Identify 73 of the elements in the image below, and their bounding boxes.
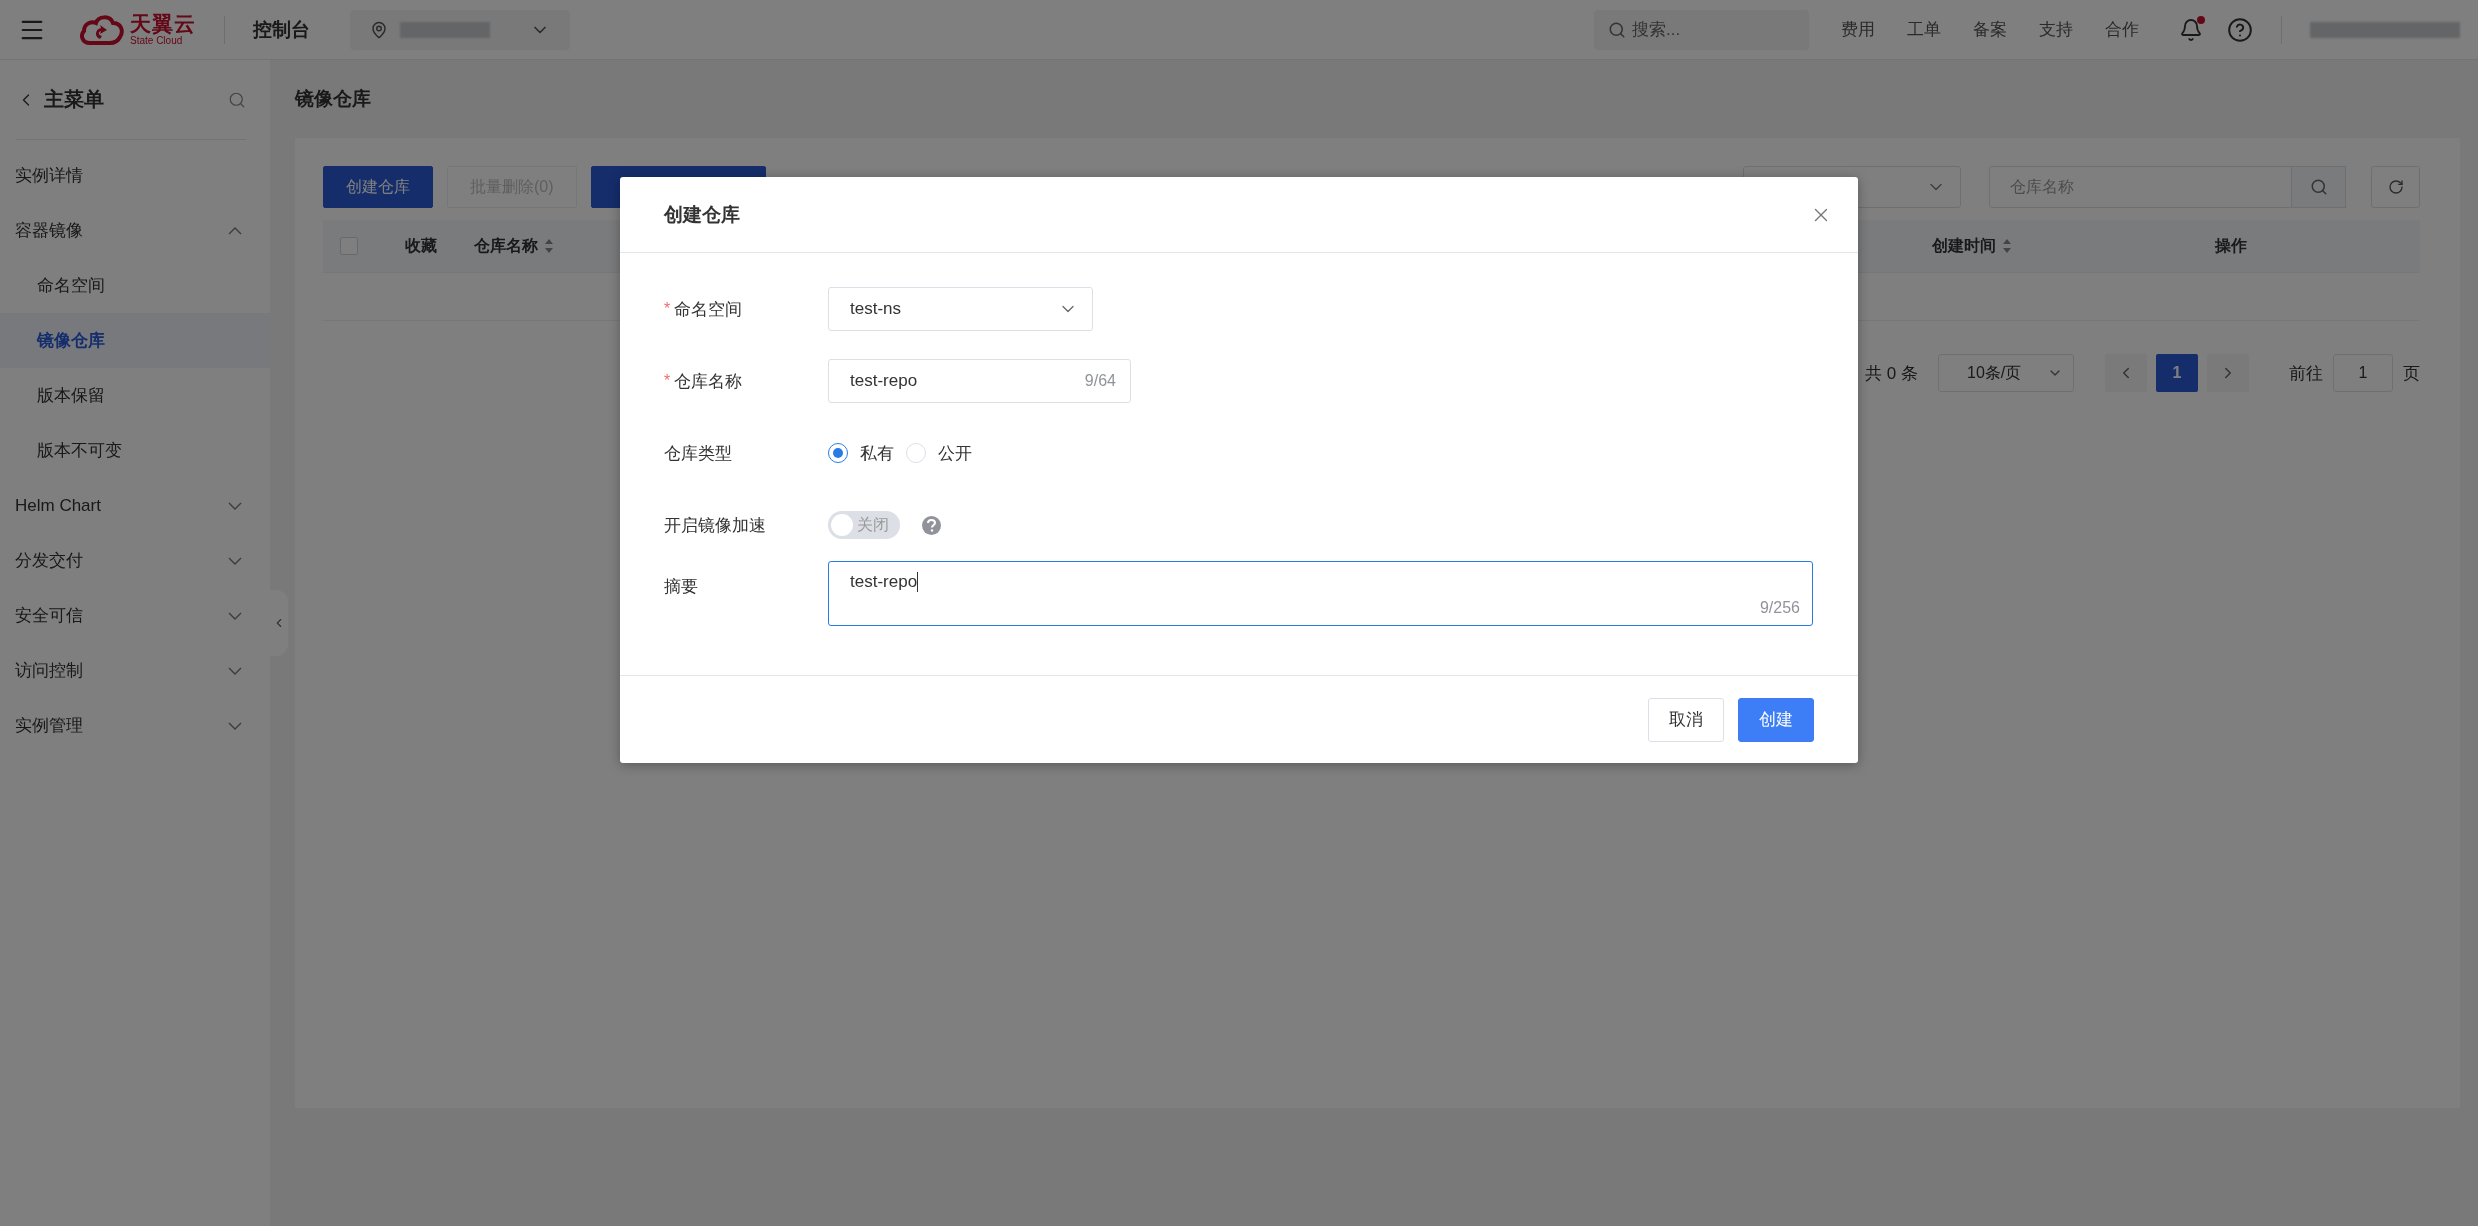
sidebar-item[interactable]: 分发交付: [0, 533, 270, 588]
search-icon[interactable]: [228, 90, 246, 109]
select-all-checkbox[interactable]: [340, 237, 358, 255]
toolbar-button[interactable]: 创建仓库: [323, 166, 433, 208]
field-label: 仓库类型: [664, 442, 732, 465]
logo-subtitle: State Cloud: [130, 36, 184, 46]
nav-link[interactable]: 支持: [2039, 18, 2073, 41]
sort-icon[interactable]: [544, 238, 554, 254]
summary-textarea[interactable]: test-repo 9/256: [828, 561, 1813, 626]
sort-icon[interactable]: [2002, 238, 2012, 254]
search-field[interactable]: 搜索...: [1594, 9, 1809, 50]
radio-label[interactable]: 私有: [860, 441, 894, 465]
sidebar-subitem[interactable]: 镜像仓库: [0, 313, 270, 368]
sidebar-item[interactable]: 安全可信: [0, 588, 270, 643]
nav-link[interactable]: 费用: [1841, 18, 1875, 41]
help-icon[interactable]: [2227, 16, 2253, 43]
char-counter: 9/256: [1759, 599, 1800, 617]
page-title: 镜像仓库: [295, 87, 372, 111]
goto-page-field[interactable]: 1: [2333, 354, 2393, 392]
refresh-button[interactable]: [2371, 166, 2420, 208]
sidebar-item[interactable]: 容器镜像: [0, 203, 270, 258]
field-label: 开启镜像加速: [664, 514, 766, 537]
dialog-title: 创建仓库: [664, 202, 740, 227]
sidebar-subitem[interactable]: 版本保留: [0, 368, 270, 423]
required-mark: *: [664, 372, 671, 390]
char-counter: 9/64: [1084, 372, 1116, 390]
page-number[interactable]: 1: [2156, 354, 2198, 392]
column-header: 创建时间: [1932, 235, 1996, 256]
help-icon[interactable]: [922, 515, 941, 535]
required-mark: *: [664, 300, 671, 318]
sidebar-subitem[interactable]: 命名空间: [0, 258, 270, 313]
dialog-button[interactable]: 创建: [1738, 697, 1814, 742]
radio-label[interactable]: 公开: [938, 441, 972, 465]
column-header: 仓库名称: [474, 235, 538, 256]
region-select[interactable]: [350, 9, 570, 50]
dialog-button[interactable]: 取消: [1648, 697, 1724, 742]
sidebar-item[interactable]: Helm Chart: [0, 478, 270, 533]
total-count: 共 0 条: [1865, 362, 1918, 385]
goto-label: 前往: [2289, 362, 2323, 385]
search-icon: [2309, 178, 2328, 196]
search-button[interactable]: [2292, 166, 2346, 208]
cloud-logo-icon: [78, 12, 124, 47]
sidebar-item[interactable]: 实例管理: [0, 698, 270, 753]
field-label: 命名空间: [674, 298, 743, 321]
column-header: 操作: [2215, 235, 2247, 256]
sidebar-subitem[interactable]: 版本不可变: [0, 423, 270, 478]
console-label[interactable]: 控制台: [253, 16, 310, 43]
namespace-select[interactable]: test-ns: [828, 287, 1093, 331]
chevron-down-icon: [228, 611, 242, 620]
nav-link[interactable]: 备案: [1973, 18, 2007, 41]
refresh-icon: [2387, 179, 2404, 195]
page-suffix: 页: [2403, 362, 2420, 385]
input-value: test-repo: [850, 371, 918, 391]
bell-icon[interactable]: [2179, 17, 2203, 42]
map-pin-icon: [370, 20, 388, 39]
nav-link[interactable]: 合作: [2105, 18, 2139, 41]
field-label: 摘要: [664, 576, 698, 598]
collapse-handle[interactable]: [270, 590, 288, 656]
chevron-down-icon: [228, 721, 242, 730]
radio-button[interactable]: [828, 443, 848, 463]
name-input-field[interactable]: test-repo 9/64: [828, 359, 1131, 403]
column-header: 收藏: [405, 235, 437, 256]
page-size-select[interactable]: 10条/页: [1938, 354, 2074, 392]
chevron-down-icon: [228, 556, 242, 565]
search-icon: [1608, 20, 1626, 39]
field-label: 仓库名称: [674, 370, 743, 393]
nav-link[interactable]: 工单: [1907, 18, 1941, 41]
sidebar-title: 主菜单: [44, 87, 105, 112]
chevron-down-icon: [228, 501, 242, 510]
chevron-down-icon: [228, 666, 242, 675]
sidebar-item[interactable]: 访问控制: [0, 643, 270, 698]
sidebar-item[interactable]: 实例详情: [0, 148, 270, 203]
chevron-up-icon: [228, 226, 242, 235]
